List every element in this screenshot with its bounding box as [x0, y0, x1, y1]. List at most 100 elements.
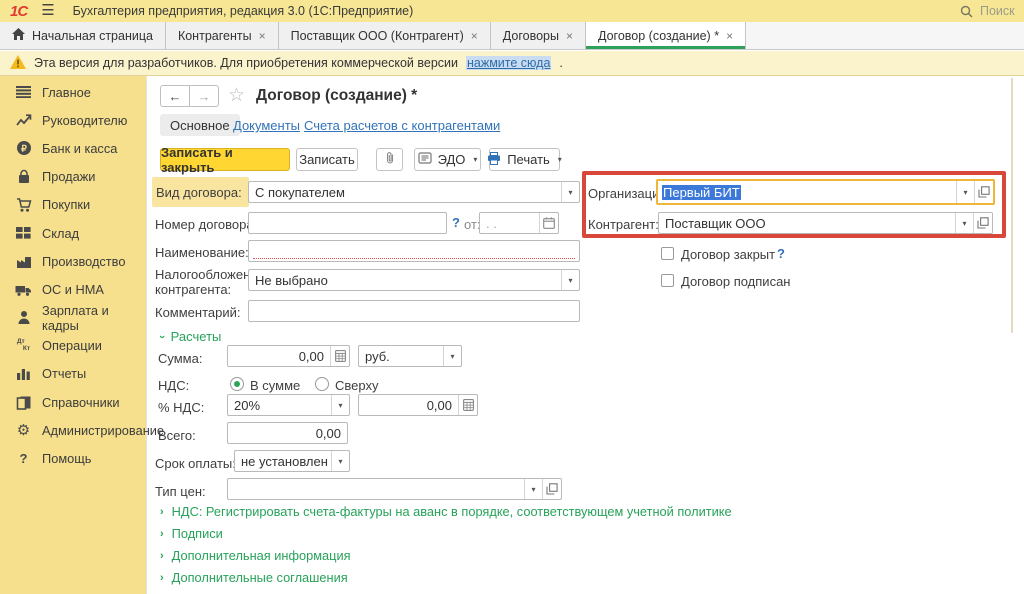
form-scrollbar[interactable] — [1011, 78, 1013, 333]
favorite-star-icon[interactable]: ☆ — [228, 84, 245, 107]
organization-select[interactable]: Первый БИТ ▾ — [656, 179, 995, 205]
sidebar-item-proizvodstvo[interactable]: Производство — [0, 247, 146, 275]
close-icon[interactable]: × — [566, 30, 573, 42]
contract-type-select[interactable]: С покупателем ▾ — [248, 181, 580, 203]
sidebar-item-administrirovanie[interactable]: ⚙ Администрирование — [0, 416, 146, 444]
nav-forward-button[interactable]: → — [189, 85, 219, 107]
edo-button[interactable]: ЭДО ▾ — [414, 148, 481, 171]
amount-input[interactable]: 0,00 — [227, 345, 350, 367]
calculator-icon[interactable] — [330, 346, 349, 366]
save-button[interactable]: Записать — [296, 148, 358, 171]
contract-date-input[interactable]: . . — [479, 212, 559, 234]
chevron-right-icon: › — [160, 572, 164, 584]
tab-home[interactable]: Начальная страница — [0, 22, 166, 49]
contract-closed-checkbox[interactable] — [661, 247, 674, 260]
person-icon — [15, 310, 32, 326]
tab-postavshchik[interactable]: Поставщик ООО (Контрагент) × — [279, 22, 491, 49]
sidebar-item-rukovoditelyu[interactable]: Руководителю — [0, 106, 146, 134]
comment-input[interactable] — [248, 300, 580, 322]
chevron-expanded-icon: › — [156, 335, 168, 339]
chevron-down-icon[interactable]: ▾ — [561, 270, 579, 290]
form-tab-dokumenty[interactable]: Документы — [233, 118, 300, 133]
chevron-down-icon[interactable]: ▾ — [956, 181, 974, 203]
sidebar-item-bank-i-kassa[interactable]: ₽ Банк и касса — [0, 134, 146, 162]
total-value: 0,00 — [228, 423, 347, 443]
tab-label: Контрагенты — [178, 29, 252, 43]
open-link-icon[interactable] — [974, 181, 993, 203]
svg-text:₽: ₽ — [21, 144, 27, 154]
chevron-down-icon[interactable]: ▾ — [443, 346, 461, 366]
chevron-down-icon[interactable]: ▾ — [524, 479, 542, 499]
taxation-select[interactable]: Не выбрано ▾ — [248, 269, 580, 291]
contract-number-input[interactable] — [248, 212, 447, 234]
counterparty-label: Контрагент: — [588, 217, 659, 232]
calculator-icon[interactable] — [458, 395, 477, 415]
form-tab-scheta-raschetov[interactable]: Счета расчетов с контрагентами — [304, 118, 500, 133]
expander-vat-invoices[interactable]: › НДС: Регистрировать счета-фактуры на а… — [160, 504, 732, 519]
sidebar-item-spravochniki[interactable]: Справочники — [0, 388, 146, 416]
edo-document-icon — [418, 152, 432, 167]
debit-credit-icon: ДтКт — [15, 338, 32, 354]
help-icon[interactable]: ? — [452, 215, 460, 230]
calculations-section-toggle[interactable]: › Расчеты — [160, 329, 221, 344]
sidebar-item-pokupki[interactable]: Покупки — [0, 191, 146, 219]
list-icon — [15, 84, 32, 100]
help-icon[interactable]: ? — [777, 246, 785, 261]
question-icon: ? — [15, 451, 32, 467]
tab-dogovor-sozdanie[interactable]: Договор (создание) * × — [586, 22, 746, 49]
expander-dop-soglasheniya[interactable]: › Дополнительные соглашения — [160, 570, 348, 585]
vat-amount-input[interactable]: 0,00 — [358, 394, 478, 416]
nav-back-button[interactable]: ← — [160, 85, 190, 107]
vat-on-top-radio[interactable] — [315, 377, 329, 391]
tabbar: Начальная страница Контрагенты × Поставщ… — [0, 22, 1024, 50]
name-input[interactable] — [248, 240, 580, 262]
expander-label: Дополнительная информация — [172, 548, 351, 563]
tab-kontragenty[interactable]: Контрагенты × — [166, 22, 279, 49]
home-icon — [12, 28, 25, 43]
bar-chart-icon — [15, 366, 32, 382]
form-tab-osnovnoe[interactable]: Основное — [160, 114, 240, 136]
titlebar: 1С ☰ Бухгалтерия предприятия, редакция 3… — [0, 0, 1024, 22]
payment-term-select[interactable]: не установлен ▾ — [234, 450, 350, 472]
sidebar-item-prodazhi[interactable]: Продажи — [0, 163, 146, 191]
vat-rate-select[interactable]: 20% ▾ — [227, 394, 350, 416]
chevron-right-icon: › — [160, 528, 164, 540]
sidebar-item-pomoshch[interactable]: ? Помощь — [0, 444, 146, 472]
sidebar-item-sklad[interactable]: Склад — [0, 219, 146, 247]
print-button[interactable]: Печать ▾ — [489, 148, 560, 171]
expander-dop-informaciya[interactable]: › Дополнительная информация — [160, 548, 351, 563]
chevron-down-icon[interactable]: ▾ — [331, 451, 349, 471]
sidebar-item-glavnoe[interactable]: Главное — [0, 78, 146, 106]
payment-term-label: Срок оплаты: — [155, 456, 236, 471]
main-menu-icon[interactable]: ☰ — [41, 0, 54, 22]
chevron-down-icon[interactable]: ▾ — [561, 182, 579, 202]
currency-select[interactable]: руб. ▾ — [358, 345, 462, 367]
tab-label: Договор (создание) * — [598, 29, 719, 43]
vat-in-sum-label: В сумме — [250, 378, 300, 393]
sidebar-item-os-i-nma[interactable]: ОС и НМА — [0, 275, 146, 303]
attach-button[interactable] — [376, 148, 403, 171]
vat-in-sum-radio[interactable] — [230, 377, 244, 391]
global-search[interactable]: Поиск — [958, 0, 1024, 22]
date-placeholder: . . — [480, 213, 539, 233]
expander-podpisi[interactable]: › Подписи — [160, 526, 223, 541]
amount-value: 0,00 — [228, 346, 330, 366]
sidebar-item-otchety[interactable]: Отчеты — [0, 360, 146, 388]
save-and-close-button[interactable]: Записать и закрыть — [160, 148, 290, 171]
open-link-icon[interactable] — [973, 213, 992, 233]
counterparty-select[interactable]: Поставщик ООО ▾ — [658, 212, 993, 234]
sidebar-item-zarplata-i-kadry[interactable]: Зарплата и кадры — [0, 304, 146, 332]
close-icon[interactable]: × — [259, 30, 266, 42]
contract-signed-checkbox[interactable] — [661, 274, 674, 287]
price-type-input[interactable]: ▾ — [227, 478, 562, 500]
sidebar-item-operacii[interactable]: ДтКт Операции — [0, 332, 146, 360]
sidebar-item-label: Отчеты — [42, 366, 86, 381]
open-link-icon[interactable] — [542, 479, 561, 499]
close-icon[interactable]: × — [726, 30, 733, 42]
tab-dogovory[interactable]: Договоры × — [491, 22, 586, 49]
close-icon[interactable]: × — [471, 30, 478, 42]
calendar-icon[interactable] — [539, 213, 558, 233]
chevron-down-icon[interactable]: ▾ — [331, 395, 349, 415]
chevron-down-icon[interactable]: ▾ — [955, 213, 973, 233]
warning-link[interactable]: нажмите сюда — [466, 56, 551, 70]
